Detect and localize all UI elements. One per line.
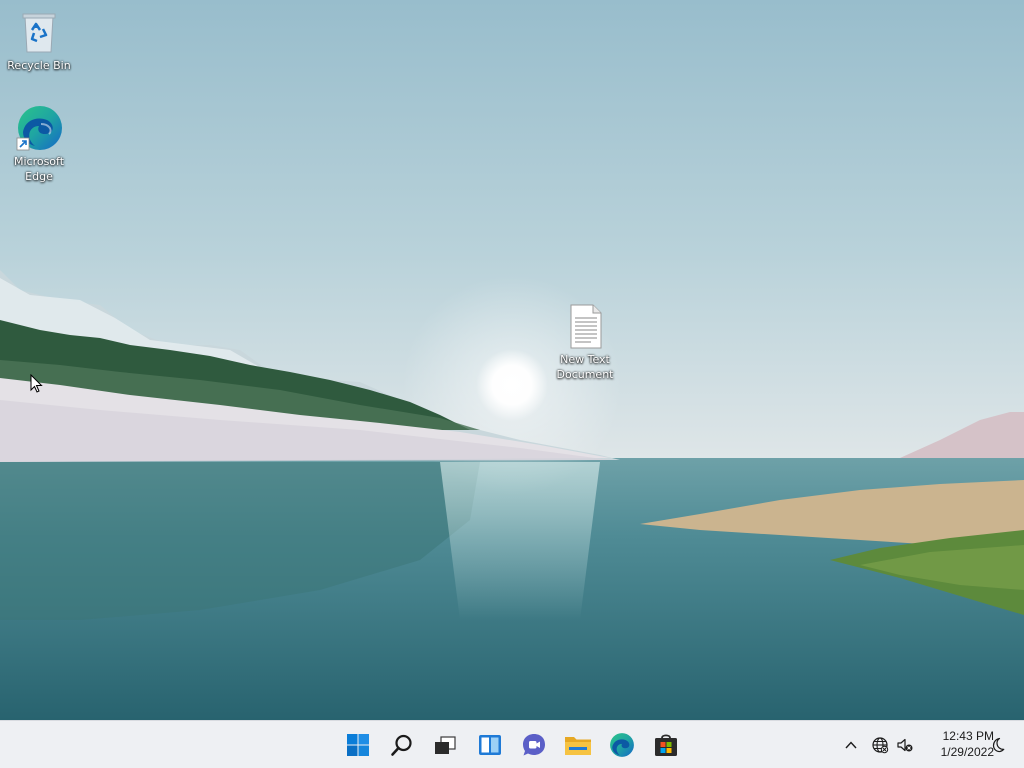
desktop-icon-label: New Text Document — [556, 353, 614, 381]
taskbar-file-explorer-button[interactable] — [558, 725, 598, 765]
search-icon — [391, 734, 412, 756]
tray-network-button[interactable] — [867, 729, 893, 761]
tray-show-hidden-icons-button[interactable] — [838, 729, 864, 761]
tray-clock[interactable]: 12:43 PM 1/29/2022 — [918, 728, 994, 762]
tray-notifications-button[interactable] — [985, 729, 1011, 761]
taskbar-search-button[interactable] — [382, 725, 422, 765]
desktop-icon-microsoft-edge[interactable]: Microsoft Edge — [3, 104, 75, 184]
taskbar-store-button[interactable] — [646, 725, 686, 765]
task-view-icon — [435, 736, 456, 754]
moon-icon — [992, 737, 1005, 753]
wallpaper — [0, 0, 1024, 720]
folder-icon — [565, 737, 591, 755]
recycle-bin-icon — [22, 13, 56, 53]
chat-icon — [523, 734, 545, 756]
desktop-icon-new-text-document[interactable]: New Text Document — [549, 302, 621, 382]
network-globe-icon — [872, 737, 889, 754]
text-document-icon — [570, 304, 602, 349]
speaker-muted-icon — [897, 738, 913, 752]
tray-volume-button[interactable] — [892, 729, 918, 761]
store-icon — [655, 734, 677, 756]
taskbar: 12:43 PM 1/29/2022 — [0, 720, 1024, 768]
windows-start-icon — [347, 734, 369, 756]
edge-icon — [610, 733, 634, 757]
taskbar-start-button[interactable] — [338, 725, 378, 765]
clock-time: 12:43 PM — [942, 729, 994, 743]
taskbar-widgets-button[interactable] — [470, 725, 510, 765]
taskbar-chat-button[interactable] — [514, 725, 554, 765]
edge-icon — [16, 106, 62, 151]
taskbar-edge-button[interactable] — [602, 725, 642, 765]
chevron-up-icon — [845, 741, 857, 749]
desktop-icon-label: Recycle Bin — [7, 59, 71, 72]
clock-date: 1/29/2022 — [940, 745, 994, 759]
widgets-icon — [479, 735, 501, 755]
mouse-cursor-icon — [30, 374, 43, 393]
desktop-icon-recycle-bin[interactable]: Recycle Bin — [3, 8, 75, 73]
taskbar-task-view-button[interactable] — [425, 725, 465, 765]
desktop[interactable]: Recycle Bin Microsoft Edge New Text Docu… — [0, 0, 1024, 720]
desktop-icon-label: Microsoft Edge — [13, 155, 65, 183]
